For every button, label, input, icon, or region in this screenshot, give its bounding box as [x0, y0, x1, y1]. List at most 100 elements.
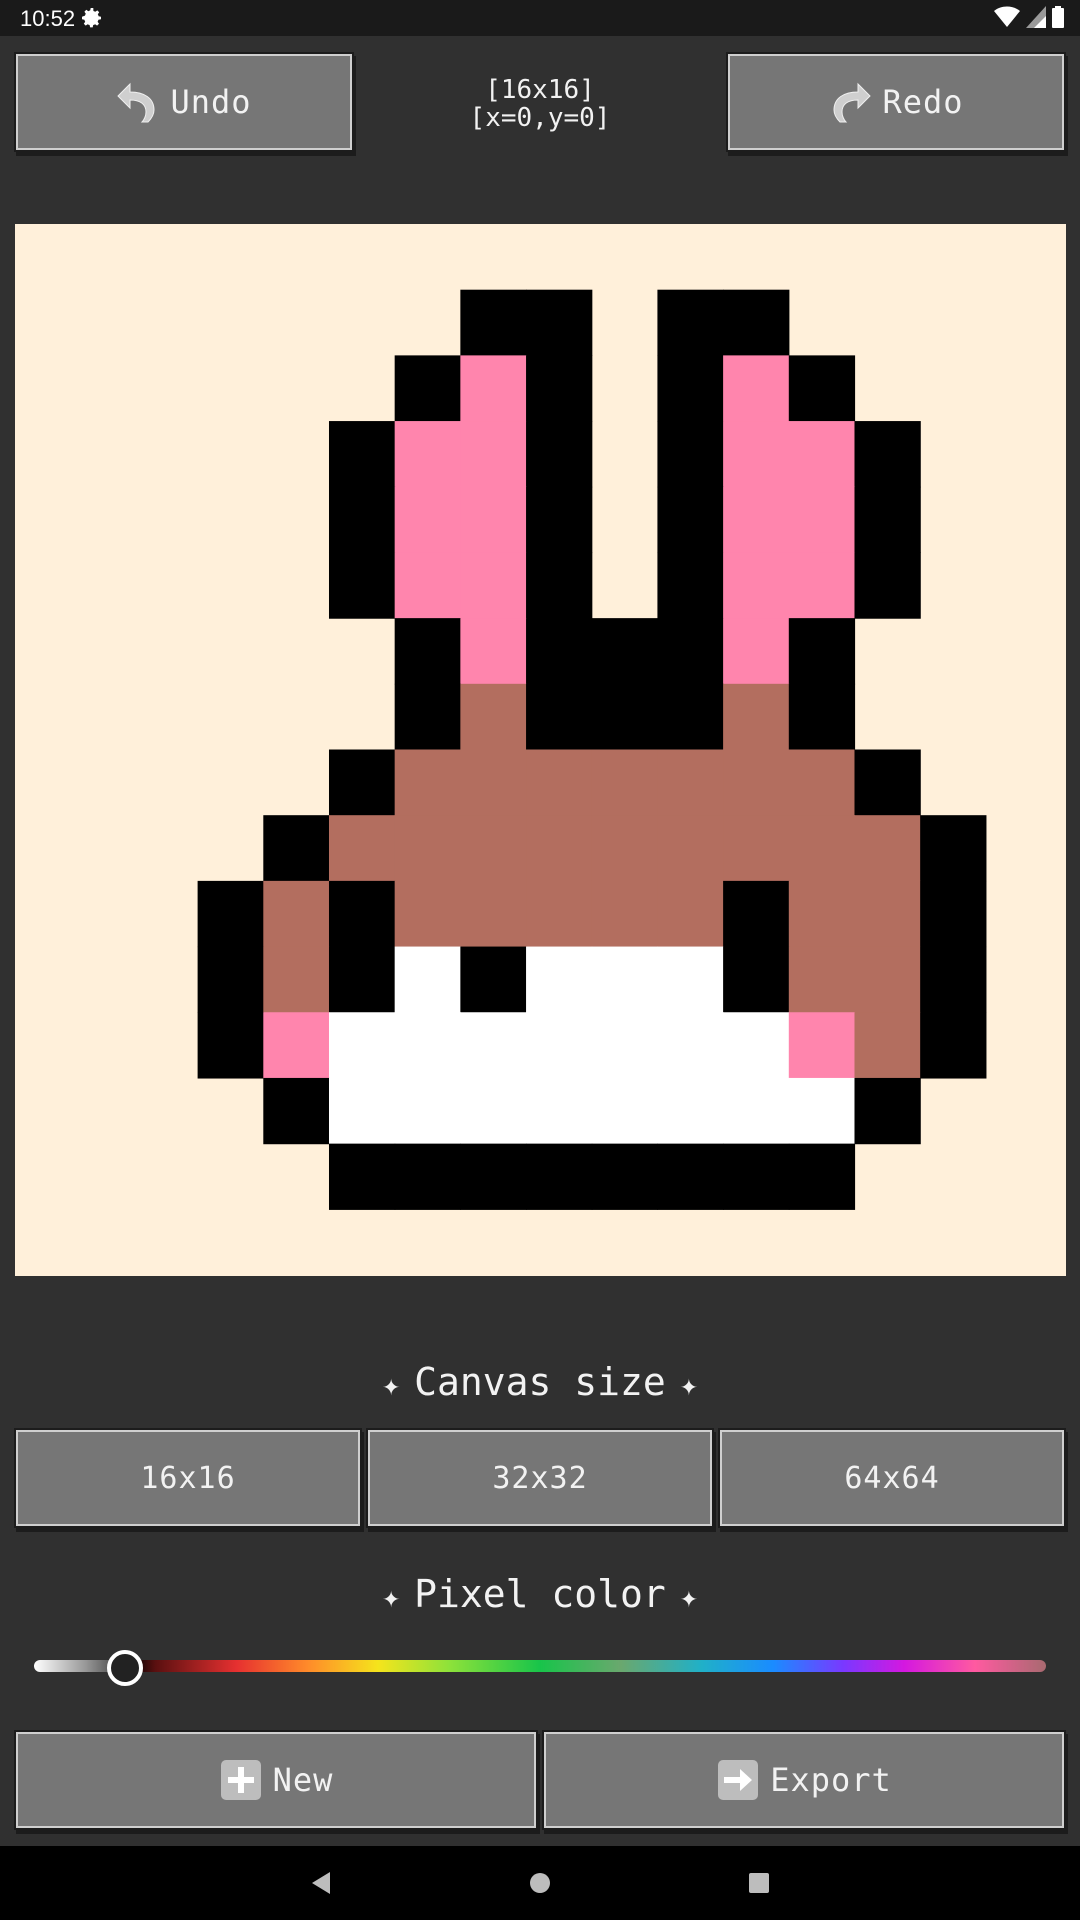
- pixel[interactable]: [591, 946, 659, 1013]
- pixel-grid[interactable]: [15, 224, 1066, 1276]
- pixel[interactable]: [591, 880, 659, 948]
- pixel[interactable]: [788, 880, 856, 948]
- pixel[interactable]: [394, 815, 461, 882]
- pixel[interactable]: [526, 815, 593, 882]
- pixel[interactable]: [394, 355, 461, 422]
- pixel[interactable]: [591, 618, 659, 685]
- pixel[interactable]: [854, 552, 921, 619]
- pixel[interactable]: [723, 749, 790, 816]
- pixel[interactable]: [460, 683, 527, 751]
- new-button[interactable]: New: [16, 1732, 536, 1828]
- pixel[interactable]: [657, 289, 724, 356]
- pixel[interactable]: [526, 749, 593, 816]
- pixel[interactable]: [460, 880, 527, 948]
- pixel[interactable]: [591, 749, 659, 816]
- pixel[interactable]: [526, 618, 593, 685]
- pixel[interactable]: [394, 1077, 461, 1145]
- pixel[interactable]: [394, 421, 461, 488]
- pixel[interactable]: [723, 683, 790, 751]
- pixel[interactable]: [526, 946, 593, 1013]
- color-slider-track[interactable]: [34, 1660, 1046, 1672]
- pixel[interactable]: [723, 1077, 790, 1145]
- pixel[interactable]: [854, 421, 921, 488]
- pixel[interactable]: [657, 1012, 724, 1079]
- pixel[interactable]: [920, 880, 987, 948]
- pixel[interactable]: [328, 815, 396, 882]
- pixel[interactable]: [328, 486, 396, 554]
- home-icon[interactable]: [525, 1868, 555, 1898]
- pixel[interactable]: [460, 355, 527, 422]
- pixel[interactable]: [591, 1012, 659, 1079]
- pixel[interactable]: [788, 1143, 856, 1210]
- pixel[interactable]: [394, 880, 461, 948]
- pixel[interactable]: [394, 1143, 461, 1210]
- pixel[interactable]: [526, 486, 593, 554]
- pixel[interactable]: [657, 355, 724, 422]
- pixel[interactable]: [788, 355, 856, 422]
- pixel[interactable]: [723, 618, 790, 685]
- pixel[interactable]: [657, 1077, 724, 1145]
- pixel[interactable]: [526, 880, 593, 948]
- pixel[interactable]: [723, 946, 790, 1013]
- pixel[interactable]: [526, 421, 593, 488]
- pixel[interactable]: [263, 1012, 330, 1079]
- pixel[interactable]: [328, 552, 396, 619]
- pixel[interactable]: [723, 355, 790, 422]
- drawing-canvas[interactable]: [15, 224, 1066, 1276]
- pixel[interactable]: [723, 1143, 790, 1210]
- pixel[interactable]: [788, 683, 856, 751]
- pixel[interactable]: [328, 1143, 396, 1210]
- pixel[interactable]: [328, 1012, 396, 1079]
- pixel[interactable]: [460, 1077, 527, 1145]
- pixel[interactable]: [854, 1012, 921, 1079]
- pixel[interactable]: [854, 486, 921, 554]
- pixel[interactable]: [591, 683, 659, 751]
- pixel[interactable]: [460, 618, 527, 685]
- pixel[interactable]: [460, 1143, 527, 1210]
- pixel[interactable]: [460, 749, 527, 816]
- pixel[interactable]: [263, 1077, 330, 1145]
- pixel[interactable]: [394, 946, 461, 1013]
- pixel[interactable]: [197, 880, 264, 948]
- pixel[interactable]: [526, 355, 593, 422]
- pixel[interactable]: [526, 552, 593, 619]
- pixel[interactable]: [526, 683, 593, 751]
- pixel[interactable]: [328, 1077, 396, 1145]
- pixel[interactable]: [788, 486, 856, 554]
- pixel[interactable]: [526, 1077, 593, 1145]
- pixel[interactable]: [788, 749, 856, 816]
- pixel[interactable]: [920, 1012, 987, 1079]
- pixel[interactable]: [657, 880, 724, 948]
- pixel[interactable]: [394, 486, 461, 554]
- pixel[interactable]: [591, 1143, 659, 1210]
- pixel[interactable]: [854, 1077, 921, 1145]
- pixel[interactable]: [723, 1012, 790, 1079]
- pixel[interactable]: [394, 683, 461, 751]
- pixel[interactable]: [657, 1143, 724, 1210]
- size-64-button[interactable]: 64x64: [720, 1430, 1064, 1526]
- size-16-button[interactable]: 16x16: [16, 1430, 360, 1526]
- pixel[interactable]: [394, 618, 461, 685]
- pixel[interactable]: [394, 749, 461, 816]
- pixel[interactable]: [657, 749, 724, 816]
- pixel[interactable]: [460, 289, 527, 356]
- pixel[interactable]: [197, 946, 264, 1013]
- pixel[interactable]: [788, 815, 856, 882]
- pixel[interactable]: [723, 880, 790, 948]
- pixel[interactable]: [460, 1012, 527, 1079]
- pixel[interactable]: [788, 1012, 856, 1079]
- export-button[interactable]: Export: [544, 1732, 1064, 1828]
- pixel[interactable]: [460, 552, 527, 619]
- pixel[interactable]: [328, 421, 396, 488]
- pixel[interactable]: [591, 815, 659, 882]
- pixel[interactable]: [460, 486, 527, 554]
- recents-icon[interactable]: [744, 1868, 774, 1898]
- pixel[interactable]: [723, 486, 790, 554]
- undo-button[interactable]: Undo: [16, 54, 352, 150]
- pixel[interactable]: [854, 749, 921, 816]
- pixel[interactable]: [460, 815, 527, 882]
- pixel[interactable]: [920, 815, 987, 882]
- pixel[interactable]: [657, 421, 724, 488]
- pixel[interactable]: [920, 946, 987, 1013]
- size-32-button[interactable]: 32x32: [368, 1430, 712, 1526]
